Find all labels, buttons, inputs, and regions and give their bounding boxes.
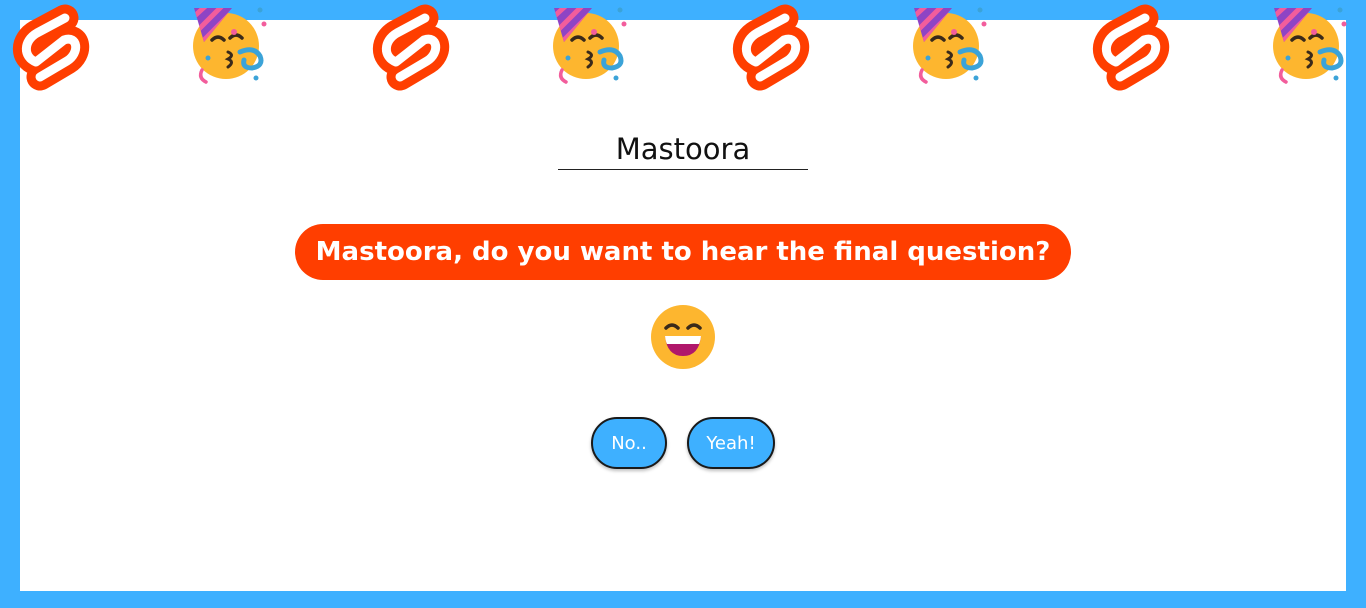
name-input[interactable]	[558, 128, 808, 170]
svelte-logo-icon	[368, 2, 452, 98]
no-button[interactable]: No..	[591, 417, 667, 469]
yeah-button[interactable]: Yeah!	[687, 417, 775, 469]
question-banner: Mastoora, do you want to hear the final …	[295, 224, 1071, 280]
grinning-face-icon	[650, 304, 716, 370]
svelte-logo-icon	[1088, 2, 1172, 98]
partying-face-icon	[908, 2, 992, 98]
celebration-banner	[0, 0, 1366, 100]
partying-face-icon	[1268, 2, 1352, 98]
svelte-logo-icon	[8, 2, 92, 98]
partying-face-icon	[548, 2, 632, 98]
partying-face-icon	[188, 2, 272, 98]
svelte-logo-icon	[728, 2, 812, 98]
